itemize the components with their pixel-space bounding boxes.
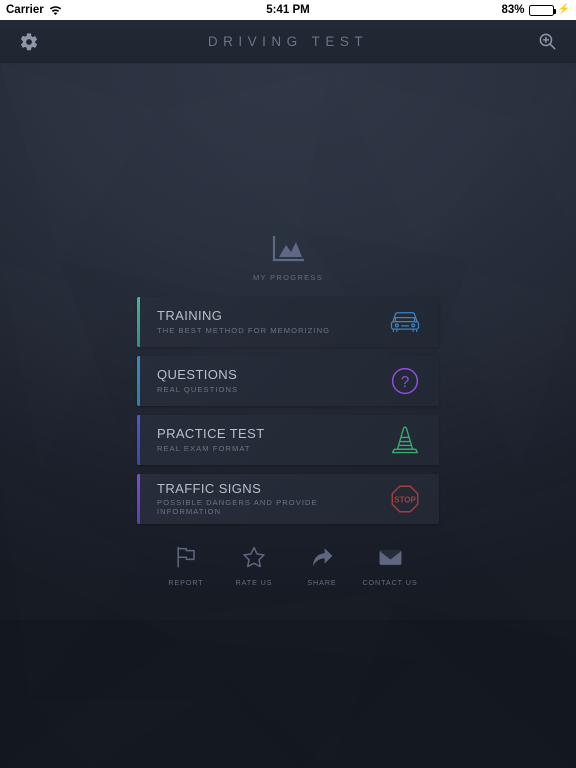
car-front-icon bbox=[390, 312, 420, 332]
gear-icon bbox=[20, 32, 38, 50]
footer-item-report[interactable]: REPORT bbox=[155, 543, 217, 587]
footer-label: RATE US bbox=[235, 578, 273, 587]
card-accent-bar bbox=[137, 474, 140, 524]
stop-sign-icon: STOP bbox=[391, 485, 419, 513]
card-icon-slot bbox=[377, 424, 433, 456]
footer-item-rate-us[interactable]: RATE US bbox=[223, 543, 285, 587]
ios-status-bar: Carrier 5:41 PM 83% ⚡ bbox=[0, 0, 576, 20]
card-title: TRAFFIC SIGNS bbox=[157, 480, 262, 496]
my-progress-button[interactable]: MY PROGRESS bbox=[253, 235, 323, 282]
carrier-label: Carrier bbox=[6, 4, 44, 16]
my-progress-label: MY PROGRESS bbox=[252, 273, 323, 282]
card-icon-slot: STOP bbox=[377, 484, 433, 514]
flag-icon bbox=[175, 543, 197, 571]
status-bar-right: 83% ⚡ bbox=[502, 4, 570, 16]
card-title: PRACTICE TEST bbox=[157, 426, 265, 442]
envelope-icon bbox=[378, 543, 403, 571]
card-text-block: TRAINING THE BEST METHOD FOR MEMORIZING bbox=[137, 308, 377, 335]
status-bar-time: 5:41 PM bbox=[266, 4, 310, 16]
footer-label: REPORT bbox=[168, 578, 204, 587]
lightning-bolt-icon: ⚡ bbox=[557, 4, 570, 15]
footer-label: CONTACT US bbox=[362, 578, 418, 587]
navigation-bar: DRIVING TEST bbox=[0, 20, 576, 64]
menu-card-questions[interactable]: QUESTIONS REAL QUESTIONS ? bbox=[137, 356, 439, 406]
footer-label: SHARE bbox=[307, 578, 337, 587]
main-content: MY PROGRESS TRAINING THE BEST METHOD FOR… bbox=[0, 64, 576, 587]
menu-card-training[interactable]: TRAINING THE BEST METHOD FOR MEMORIZING bbox=[137, 297, 439, 347]
settings-button[interactable] bbox=[14, 27, 44, 57]
card-text-block: PRACTICE TEST REAL EXAM FORMAT bbox=[137, 426, 377, 453]
card-accent-bar bbox=[137, 297, 140, 347]
wifi-icon bbox=[49, 5, 61, 15]
footer-toolbar: REPORT RATE US SHARE CONTACT US bbox=[137, 543, 439, 587]
card-subtitle: REAL EXAM FORMAT bbox=[157, 443, 251, 453]
card-icon-slot: ? bbox=[377, 366, 433, 396]
card-title: TRAINING bbox=[157, 308, 223, 324]
card-subtitle: REAL QUESTIONS bbox=[157, 384, 239, 394]
share-arrow-icon bbox=[310, 543, 334, 571]
battery-cap bbox=[553, 8, 556, 14]
traffic-cone-icon bbox=[391, 426, 419, 454]
stop-sign-label: STOP bbox=[394, 495, 416, 504]
star-outline-icon bbox=[242, 543, 266, 571]
status-bar-left: Carrier bbox=[6, 4, 62, 16]
question-mark-circle-icon: ? bbox=[391, 367, 419, 395]
card-subtitle: THE BEST METHOD FOR MEMORIZING bbox=[157, 325, 331, 335]
menu-card-practice-test[interactable]: PRACTICE TEST REAL EXAM FORMAT bbox=[137, 415, 439, 465]
area-chart-icon bbox=[272, 235, 305, 262]
card-subtitle: POSSIBLE DANGERS AND PROVIDE INFORMATION bbox=[157, 498, 318, 517]
svg-text:?: ? bbox=[401, 374, 410, 391]
search-zoom-in-icon bbox=[539, 33, 556, 50]
search-button[interactable] bbox=[532, 27, 562, 57]
app-root: Carrier 5:41 PM 83% ⚡ DRIVING TEST MY PR… bbox=[0, 0, 576, 768]
battery-percent-label: 83% bbox=[501, 4, 525, 16]
battery-icon bbox=[528, 4, 556, 16]
card-title: QUESTIONS bbox=[157, 367, 238, 383]
card-text-block: TRAFFIC SIGNS POSSIBLE DANGERS AND PROVI… bbox=[137, 480, 377, 517]
menu-card-list: TRAINING THE BEST METHOD FOR MEMORIZING bbox=[137, 297, 439, 533]
card-text-block: QUESTIONS REAL QUESTIONS bbox=[137, 367, 377, 394]
footer-item-contact-us[interactable]: CONTACT US bbox=[359, 543, 421, 587]
menu-card-traffic-signs[interactable]: TRAFFIC SIGNS POSSIBLE DANGERS AND PROVI… bbox=[137, 474, 439, 524]
footer-item-share[interactable]: SHARE bbox=[291, 543, 353, 587]
card-icon-slot bbox=[377, 309, 433, 335]
card-accent-bar bbox=[137, 356, 140, 406]
page-title: DRIVING TEST bbox=[207, 34, 369, 49]
card-accent-bar bbox=[137, 415, 140, 465]
